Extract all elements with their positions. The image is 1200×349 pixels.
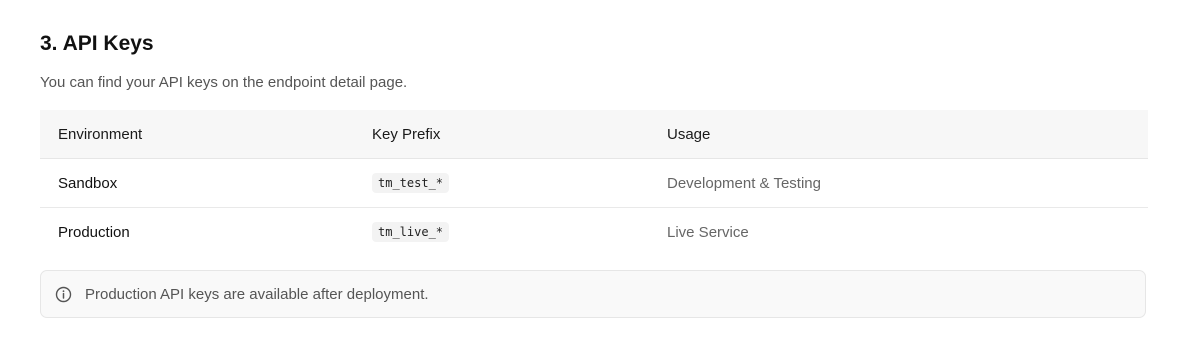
key-prefix-code: tm_live_* (372, 222, 450, 242)
table-row: Sandbox tm_test_* Development & Testing (40, 158, 1148, 208)
section-title: 3. API Keys (40, 32, 154, 55)
key-prefix-code: tm_test_* (372, 173, 450, 193)
api-keys-table: Environment Key Prefix Usage Sandbox tm_… (40, 110, 1148, 256)
api-keys-section: 3. API Keys You can find your API keys o… (0, 0, 1200, 318)
environment-cell: Production (58, 223, 130, 241)
key-prefix-cell: tm_test_* (354, 158, 649, 208)
table-row: Production tm_live_* Live Service (40, 208, 1148, 257)
usage-cell: Development & Testing (649, 158, 1148, 208)
notice-text: Production API keys are available after … (85, 285, 429, 303)
column-header-usage: Usage (649, 110, 1148, 159)
table-header-row: Environment Key Prefix Usage (40, 110, 1148, 159)
column-header-key-prefix: Key Prefix (354, 110, 649, 159)
info-icon (55, 286, 72, 303)
info-notice: Production API keys are available after … (40, 270, 1146, 318)
column-header-environment: Environment (40, 110, 354, 159)
environment-cell: Sandbox (40, 158, 354, 208)
usage-cell: Live Service (667, 223, 749, 241)
key-prefix-cell: tm_live_* (354, 208, 649, 257)
section-description: You can find your API keys on the endpoi… (40, 74, 408, 91)
